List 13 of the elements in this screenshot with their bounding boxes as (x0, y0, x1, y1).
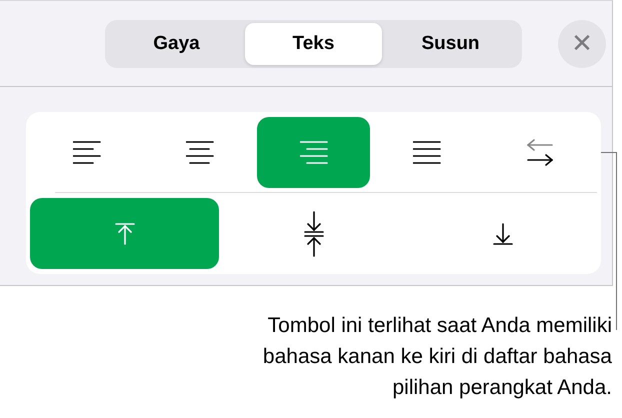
tab[interactable]: Susun (382, 22, 519, 64)
align-left-icon (72, 140, 101, 164)
align-top-icon (114, 222, 134, 246)
callout-text: Tombol ini terlihat saat Anda memiliki bahasa kanan ke kiri di daftar bahasa pilihan perangkat Anda. (262, 313, 612, 401)
align-bottom-icon (492, 222, 512, 246)
alignment-button[interactable] (256, 117, 370, 188)
direction-arrows-icon (526, 138, 554, 168)
align-right-icon (300, 140, 328, 164)
align-center-icon (186, 140, 214, 164)
align-middle-icon (304, 210, 324, 256)
align-justify-icon (412, 140, 441, 164)
tab[interactable]: Gaya (108, 22, 245, 64)
tab[interactable]: Teks (245, 22, 382, 64)
